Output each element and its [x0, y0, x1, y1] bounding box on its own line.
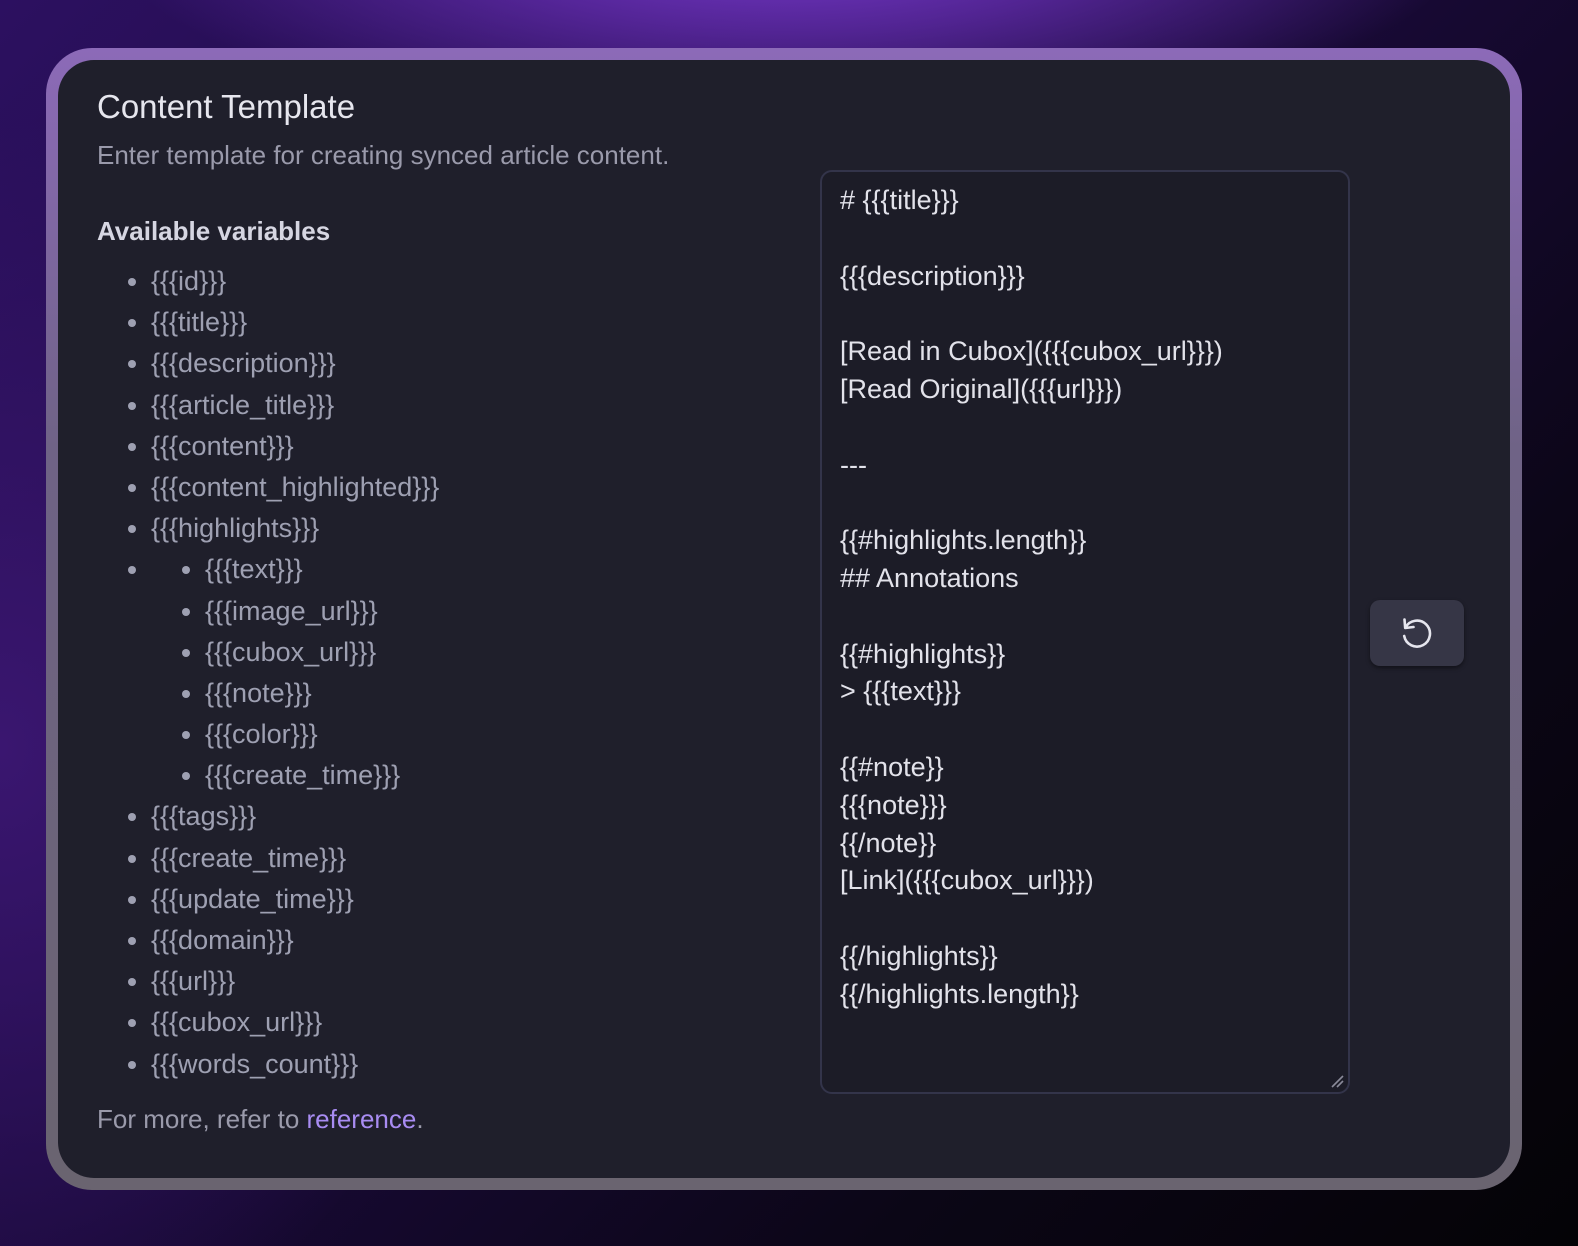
- highlight-variable-item: {{{image_url}}}: [205, 591, 439, 632]
- variable-item: {{{tags}}}: [151, 796, 439, 837]
- variable-item: {{{content_highlighted}}}: [151, 467, 439, 508]
- resize-grip-icon[interactable]: [1330, 1074, 1344, 1088]
- variable-item: {{{url}}}: [151, 961, 439, 1002]
- reset-template-button[interactable]: [1370, 600, 1464, 666]
- reference-link[interactable]: reference: [307, 1104, 417, 1134]
- highlight-variable-item: {{{note}}}: [205, 673, 439, 714]
- settings-window-frame: Content Template Enter template for crea…: [46, 48, 1522, 1190]
- variable-item: {{{domain}}}: [151, 920, 439, 961]
- settings-panel: Content Template Enter template for crea…: [58, 60, 1510, 1178]
- reset-icon: [1402, 618, 1432, 648]
- variables-list: {{{id}}} {{{title}}} {{{description}}} {…: [97, 261, 439, 1085]
- reference-note-suffix: .: [416, 1104, 424, 1134]
- highlight-variable-item: {{{text}}}: [205, 549, 439, 590]
- variable-item: {{{content}}}: [151, 426, 439, 467]
- setting-title: Content Template: [97, 88, 356, 125]
- variable-item: {{{update_time}}}: [151, 879, 439, 920]
- variable-item: {{{create_time}}}: [151, 838, 439, 879]
- available-variables-heading: Available variables: [97, 216, 331, 246]
- variable-item: {{{id}}}: [151, 261, 439, 302]
- variable-item: {{{title}}}: [151, 302, 439, 343]
- template-textarea[interactable]: # {{{title}}} {{{description}}} [Read in…: [820, 170, 1350, 1094]
- variable-item: {{{highlights}}}: [151, 508, 439, 549]
- highlight-variable-item: {{{create_time}}}: [205, 755, 439, 796]
- highlight-variables-list: {{{text}}} {{{image_url}}} {{{cubox_url}…: [151, 549, 439, 796]
- variable-item: {{{article_title}}}: [151, 385, 439, 426]
- variable-item: {{{words_count}}}: [151, 1044, 439, 1085]
- reference-note: For more, refer to reference.: [97, 1104, 424, 1135]
- variable-item: {{{description}}}: [151, 343, 439, 384]
- highlight-variable-item: {{{color}}}: [205, 714, 439, 755]
- setting-description: Enter template for creating synced artic…: [97, 140, 670, 170]
- highlight-variables-group: {{{text}}} {{{image_url}}} {{{cubox_url}…: [151, 549, 439, 796]
- variable-item: {{{cubox_url}}}: [151, 1002, 439, 1043]
- template-textarea-content[interactable]: # {{{title}}} {{{description}}} [Read in…: [840, 182, 1223, 1014]
- reference-note-prefix: For more, refer to: [97, 1104, 307, 1134]
- highlight-variable-item: {{{cubox_url}}}: [205, 632, 439, 673]
